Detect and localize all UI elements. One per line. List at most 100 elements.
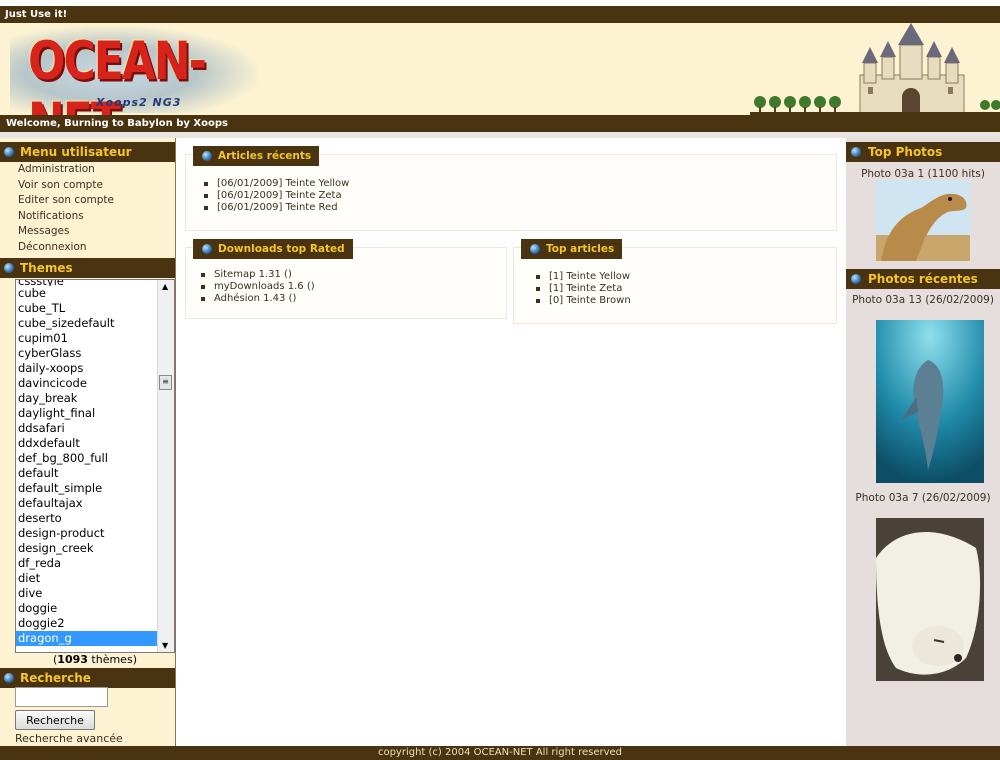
- photo-caption: Photo 03a 13 (26/02/2009): [852, 294, 994, 306]
- logo-subtitle: Xoops2 NG3: [96, 96, 182, 109]
- globe-icon: [851, 274, 861, 284]
- usermenu-item-editer-compte[interactable]: Editer son compte: [0, 193, 175, 209]
- globe-icon: [4, 263, 14, 273]
- copyright-text: copyright (c) 2004 OCEAN-NET All right r…: [377, 747, 623, 758]
- camel-image: [876, 180, 970, 261]
- top-photos-title: Top Photos: [868, 145, 943, 159]
- top-articles-title: Top articles: [546, 243, 615, 255]
- photo-caption: Photo 03a 7 (26/02/2009): [855, 492, 991, 504]
- photo-thumbnail-camel[interactable]: [876, 180, 970, 261]
- top-bar-text: Just Use it!: [5, 9, 68, 20]
- theme-option[interactable]: day_break: [16, 391, 158, 406]
- articles-recents-block: Articles récents [06/01/2009] Teinte Yel…: [185, 146, 837, 231]
- right-sidebar: Top Photos Photo 03a 1 (1100 hits) Photo…: [846, 138, 1000, 746]
- dolphin-image: [876, 320, 984, 483]
- globe-icon: [851, 147, 861, 157]
- downloads-top-title: Downloads top Rated: [218, 243, 345, 255]
- download-link[interactable]: myDownloads 1.6 (): [201, 281, 315, 293]
- theme-option[interactable]: doggie: [16, 601, 158, 616]
- download-link[interactable]: Adhésion 1.43 (): [201, 293, 315, 305]
- theme-option[interactable]: default_simple: [16, 481, 158, 496]
- search-title: Recherche: [20, 671, 91, 685]
- globe-icon: [4, 673, 14, 683]
- usermenu-item-messages[interactable]: Messages: [0, 224, 175, 240]
- advanced-search-link[interactable]: Recherche avancée: [15, 732, 123, 745]
- top-photos-title-bar: Top Photos: [846, 142, 1000, 162]
- downloads-top-tab: Downloads top Rated: [193, 239, 353, 259]
- usermenu-item-administration[interactable]: Administration: [0, 162, 175, 178]
- footer: copyright (c) 2004 OCEAN-NET All right r…: [0, 746, 1000, 760]
- theme-option[interactable]: cyberGlass: [16, 346, 158, 361]
- scroll-down-arrow-icon[interactable]: ▼: [162, 641, 168, 650]
- polar-bear-image: [876, 518, 984, 681]
- theme-option[interactable]: df_reda: [16, 556, 158, 571]
- downloads-top-block: Downloads top Rated Sitemap 1.31 () myDo…: [185, 239, 507, 319]
- theme-option[interactable]: design-product: [16, 526, 158, 541]
- scroll-up-arrow-icon[interactable]: ▲: [162, 282, 168, 291]
- theme-option[interactable]: daylight_final: [16, 406, 158, 421]
- scroll-thumb[interactable]: ≡: [159, 375, 172, 390]
- articles-recents-title: Articles récents: [218, 150, 312, 162]
- theme-option[interactable]: dive: [16, 586, 158, 601]
- download-link[interactable]: Sitemap 1.31 (): [201, 269, 315, 281]
- themes-count-suffix: thèmes: [87, 653, 133, 666]
- themes-title: Themes: [20, 261, 73, 275]
- top-articles-list: [1] Teinte Yellow [1] Teinte Zeta [0] Te…: [536, 271, 631, 307]
- usermenu-item-notifications[interactable]: Notifications: [0, 209, 175, 225]
- themes-select[interactable]: cssstyle cube cube_TL cube_sizedefault c…: [15, 279, 175, 653]
- photo-thumbnail-polar-bear[interactable]: [876, 518, 984, 681]
- left-sidebar: Menu utilisateur Administration Voir son…: [0, 138, 176, 746]
- theme-option[interactable]: doggie2: [16, 616, 158, 631]
- theme-option[interactable]: cube_TL: [16, 301, 158, 316]
- theme-option[interactable]: daily-xoops: [16, 361, 158, 376]
- globe-icon: [530, 244, 540, 254]
- globe-icon: [202, 151, 212, 161]
- globe-icon: [4, 147, 14, 157]
- main-content: Articles récents [06/01/2009] Teinte Yel…: [176, 138, 846, 746]
- usermenu-item-voir-compte[interactable]: Voir son compte: [0, 178, 175, 194]
- downloads-top-list: Sitemap 1.31 () myDownloads 1.6 () Adhés…: [201, 269, 315, 305]
- usermenu-list: Administration Voir son compte Editer so…: [0, 162, 175, 256]
- welcome-text: Welcome, Burning to Babylon by Xoops: [6, 118, 228, 129]
- theme-option-selected[interactable]: dragon_g: [16, 631, 158, 646]
- theme-option[interactable]: defaultajax: [16, 496, 158, 511]
- top-bar: Just Use it!: [0, 6, 1000, 23]
- article-link[interactable]: [06/01/2009] Teinte Red: [204, 202, 349, 214]
- search-title-bar: Recherche: [0, 668, 175, 688]
- theme-option[interactable]: design_creek: [16, 541, 158, 556]
- themes-title-bar: Themes: [0, 258, 175, 278]
- theme-option[interactable]: deserto: [16, 511, 158, 526]
- theme-option[interactable]: ddxdefault: [16, 436, 158, 451]
- usermenu-title: Menu utilisateur: [20, 145, 132, 159]
- theme-option[interactable]: def_bg_800_full: [16, 451, 158, 466]
- trees-illustration: [750, 96, 1000, 115]
- photo-thumbnail-dolphin[interactable]: [876, 320, 984, 483]
- theme-option[interactable]: cube: [16, 286, 158, 301]
- themes-scrollbar[interactable]: ▲ ≡ ▼: [157, 280, 174, 652]
- site-header: OCEAN-NET Xoops2 NG3: [0, 23, 1000, 115]
- globe-icon: [202, 244, 212, 254]
- article-link[interactable]: [06/01/2009] Teinte Zeta: [204, 190, 349, 202]
- top-articles-block: Top articles [1] Teinte Yellow [1] Teint…: [513, 239, 837, 324]
- themes-options: cssstyle cube cube_TL cube_sizedefault c…: [16, 280, 158, 646]
- articles-recents-list: [06/01/2009] Teinte Yellow [06/01/2009] …: [204, 178, 349, 214]
- theme-option[interactable]: davincicode: [16, 376, 158, 391]
- photos-recentes-title: Photos récentes: [868, 272, 978, 286]
- themes-count-number: 1093: [57, 653, 88, 666]
- search-button[interactable]: Recherche: [15, 710, 95, 730]
- theme-option[interactable]: diet: [16, 571, 158, 586]
- top-article-link[interactable]: [1] Teinte Zeta: [536, 283, 631, 295]
- top-article-link[interactable]: [1] Teinte Yellow: [536, 271, 631, 283]
- theme-option[interactable]: cube_sizedefault: [16, 316, 158, 331]
- search-input[interactable]: [15, 687, 108, 707]
- top-article-link[interactable]: [0] Teinte Brown: [536, 295, 631, 307]
- top-articles-tab: Top articles: [521, 239, 623, 259]
- usermenu-item-deconnexion[interactable]: Déconnexion: [0, 240, 175, 256]
- article-link[interactable]: [06/01/2009] Teinte Yellow: [204, 178, 349, 190]
- articles-recents-tab: Articles récents: [193, 146, 320, 166]
- theme-option[interactable]: default: [16, 466, 158, 481]
- usermenu-title-bar: Menu utilisateur: [0, 142, 175, 162]
- theme-option[interactable]: ddsafari: [16, 421, 158, 436]
- site-logo[interactable]: OCEAN-NET Xoops2 NG3: [10, 25, 260, 115]
- theme-option[interactable]: cupim01: [16, 331, 158, 346]
